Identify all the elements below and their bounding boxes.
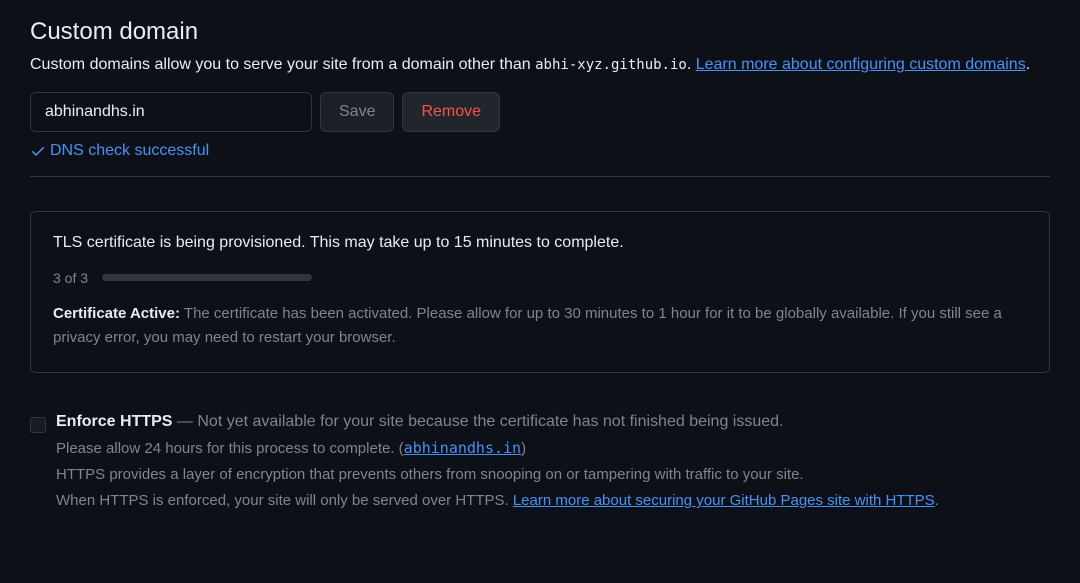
line2-prefix: Please allow 24 hours for this process t… [56, 440, 404, 457]
dns-status-text: DNS check successful [50, 142, 209, 160]
desc-trailing: . [1026, 56, 1030, 73]
tls-status-box: TLS certificate is being provisioned. Th… [30, 211, 1050, 373]
tls-message: TLS certificate is being provisioned. Th… [53, 234, 1027, 252]
https-learn-more-link[interactable]: Learn more about securing your GitHub Pa… [513, 492, 935, 509]
dns-status: DNS check successful [30, 142, 1050, 160]
check-icon [30, 143, 46, 159]
progress-row: 3 of 3 [53, 270, 1027, 286]
certificate-description: Certificate Active: The certificate has … [53, 302, 1027, 350]
divider [30, 176, 1050, 177]
domain-input-row: Save Remove [30, 92, 1050, 132]
desc-text: Custom domains allow you to serve your s… [30, 56, 535, 73]
certificate-text: The certificate has been activated. Plea… [53, 305, 1002, 346]
desc-period: . [687, 56, 696, 73]
line4-prefix: When HTTPS is enforced, your site will o… [56, 492, 513, 509]
learn-more-link[interactable]: Learn more about configuring custom doma… [696, 56, 1026, 73]
section-title: Custom domain [30, 18, 1050, 46]
progress-bar [102, 274, 312, 281]
line4-suffix: . [935, 492, 939, 509]
enforce-https-checkbox[interactable] [30, 417, 46, 433]
certificate-title: Certificate Active: [53, 305, 180, 322]
domain-link[interactable]: abhinandhs.in [404, 439, 521, 457]
repo-code: abhi-xyz.github.io [535, 57, 687, 73]
enforce-https-section: Enforce HTTPS — Not yet available for yo… [30, 413, 1050, 515]
not-available-text: Not yet available for your site because … [197, 413, 783, 430]
remove-button[interactable]: Remove [402, 92, 500, 132]
enforce-https-title-row: Enforce HTTPS — Not yet available for yo… [56, 413, 1050, 431]
dash: — [172, 413, 197, 430]
section-description: Custom domains allow you to serve your s… [30, 52, 1050, 78]
save-button[interactable]: Save [320, 92, 394, 132]
progress-label: 3 of 3 [53, 270, 88, 286]
enforce-https-description: Please allow 24 hours for this process t… [56, 435, 1050, 515]
line2-suffix: ) [521, 440, 526, 457]
domain-input[interactable] [30, 92, 312, 132]
enforce-https-title: Enforce HTTPS [56, 413, 172, 430]
line3: HTTPS provides a layer of encryption tha… [56, 466, 804, 483]
